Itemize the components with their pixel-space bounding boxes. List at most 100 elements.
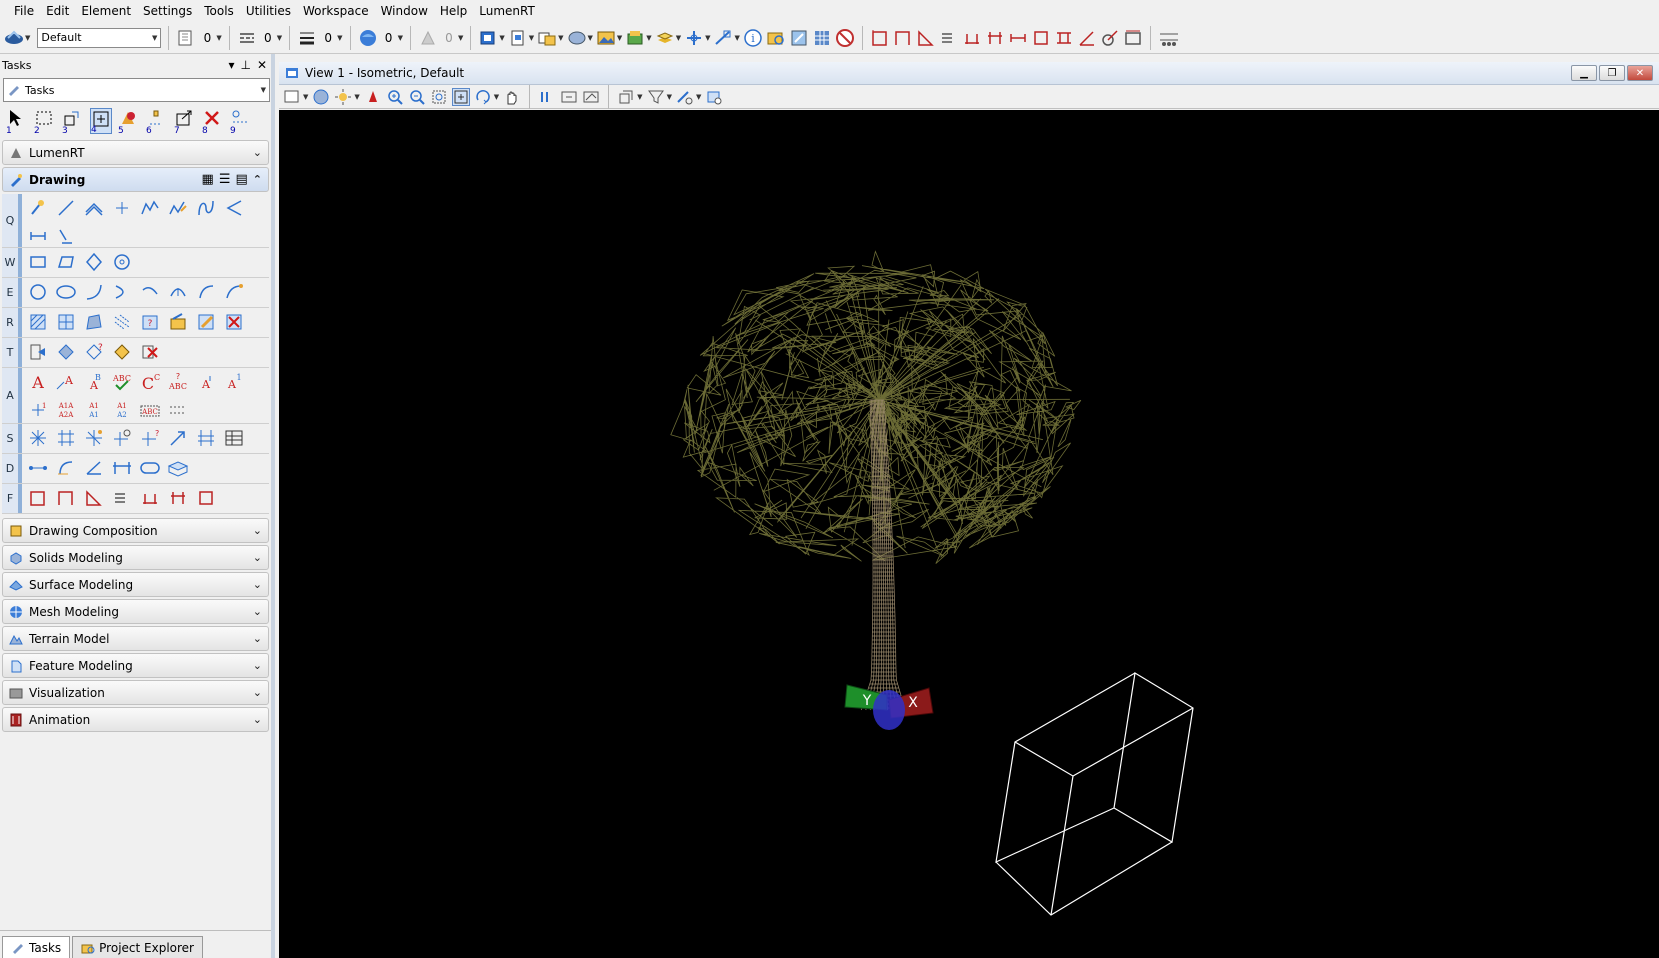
accudraw-icon[interactable] xyxy=(713,28,733,48)
chevron-down-icon[interactable]: ▾ xyxy=(228,58,234,72)
update-view-icon[interactable] xyxy=(364,88,382,106)
delete-cell-icon[interactable] xyxy=(138,340,162,364)
rotate-view-icon[interactable] xyxy=(474,88,492,106)
fill-enter-data-field-icon[interactable]: A1 A2 xyxy=(110,398,134,422)
dimension-size-icon[interactable] xyxy=(110,456,134,480)
place-orthogonal-shape-icon[interactable] xyxy=(82,250,106,274)
section-drawing-composition[interactable]: Drawing Composition ⌄ xyxy=(2,518,269,543)
chevron-down-icon[interactable]: ▼ xyxy=(588,34,593,42)
tag-set-icon[interactable] xyxy=(194,426,218,450)
construct-bisector-icon[interactable] xyxy=(26,224,50,248)
section-surface-modeling[interactable]: Surface Modeling ⌄ xyxy=(2,572,269,597)
tab-project-explorer[interactable]: Project Explorer xyxy=(72,936,203,958)
view-filter-icon[interactable] xyxy=(647,88,665,106)
place-shape-icon[interactable] xyxy=(54,250,78,274)
chevron-down-icon[interactable]: ▼ xyxy=(558,34,563,42)
match-text-icon[interactable]: CC xyxy=(138,370,162,394)
place-arc-icon[interactable] xyxy=(82,280,106,304)
list-view-icon[interactable]: ☰ xyxy=(219,172,231,187)
chevron-down-icon[interactable]: ▼ xyxy=(637,93,642,101)
dimension-arc-icon[interactable] xyxy=(54,456,78,480)
fence-place-icon[interactable] xyxy=(26,486,50,510)
explorer-icon[interactable] xyxy=(766,28,786,48)
chevron-down-icon[interactable]: ▼ xyxy=(216,34,221,42)
chevron-down-icon[interactable]: ▼ xyxy=(646,34,651,42)
move-tool[interactable]: 3 xyxy=(62,108,84,136)
line-style-icon[interactable] xyxy=(237,28,257,48)
dimension-icon[interactable] xyxy=(962,28,982,48)
transparency-icon[interactable] xyxy=(358,28,378,48)
menu-tools[interactable]: Tools xyxy=(198,0,240,22)
chevron-down-icon[interactable]: ▼ xyxy=(529,34,534,42)
chevron-down-icon[interactable]: ▼ xyxy=(499,34,504,42)
attach-tags-icon[interactable] xyxy=(54,426,78,450)
data-icon[interactable] xyxy=(1158,28,1178,48)
box-dimension-icon[interactable] xyxy=(1031,28,1051,48)
fence-box-icon[interactable] xyxy=(194,486,218,510)
place-cell-icon[interactable] xyxy=(26,340,50,364)
camera-icon[interactable] xyxy=(676,88,694,106)
dimension-line-icon[interactable] xyxy=(1008,28,1028,48)
window-area-icon[interactable] xyxy=(430,88,448,106)
snap-icon[interactable] xyxy=(684,28,704,48)
spell-checker-icon[interactable]: ABC xyxy=(110,370,134,394)
corner-icon[interactable] xyxy=(893,28,913,48)
dimension-radial-icon[interactable] xyxy=(138,456,162,480)
axis-triad[interactable]: Y X xyxy=(844,684,934,730)
place-smartline-icon[interactable] xyxy=(26,196,50,220)
pan-view-icon[interactable] xyxy=(503,88,521,106)
identify-cell-icon[interactable]: ? xyxy=(82,340,106,364)
scale-tool[interactable]: 7 xyxy=(174,108,196,136)
place-regular-polygon-icon[interactable] xyxy=(110,250,134,274)
linear-pattern-icon[interactable] xyxy=(110,310,134,334)
info-icon[interactable]: i xyxy=(743,28,763,48)
zoom-out-icon[interactable] xyxy=(408,88,426,106)
rotate-tool[interactable]: 6 xyxy=(146,108,168,136)
color-icon[interactable] xyxy=(176,28,196,48)
section-animation[interactable]: Animation ⌄ xyxy=(2,707,269,732)
increment-enter-data-field-icon[interactable]: A1 A1 xyxy=(82,398,106,422)
place-line-icon[interactable] xyxy=(54,196,78,220)
chevron-down-icon[interactable]: ▼ xyxy=(303,93,308,101)
display-style-icon[interactable] xyxy=(312,88,330,106)
element-selection-icon[interactable] xyxy=(4,28,24,48)
copy-enter-data-field-icon[interactable]: A1A A2A xyxy=(54,398,78,422)
crosshatch-area-icon[interactable] xyxy=(54,310,78,334)
tasks-combo[interactable]: Tasks ▼ xyxy=(3,78,270,102)
fence-icon[interactable] xyxy=(870,28,890,48)
close-button[interactable]: ✕ xyxy=(1627,65,1653,81)
zoom-in-icon[interactable] xyxy=(386,88,404,106)
place-freehand-icon[interactable] xyxy=(166,196,190,220)
edit-text-icon[interactable]: AB xyxy=(82,370,106,394)
delete-icon[interactable] xyxy=(835,28,855,48)
chevron-down-icon[interactable]: ▼ xyxy=(398,34,403,42)
select-tag-icon[interactable] xyxy=(26,426,50,450)
raster-icon[interactable] xyxy=(567,28,587,48)
icon-view-icon[interactable]: ▦ xyxy=(202,172,214,187)
minimize-button[interactable]: ▁ xyxy=(1571,65,1597,81)
ordinate-dimension-icon[interactable] xyxy=(1054,28,1074,48)
chevron-down-icon[interactable]: ▼ xyxy=(667,93,672,101)
modify-arc-radius-icon[interactable] xyxy=(166,280,190,304)
chevron-down-icon[interactable]: ▼ xyxy=(277,34,282,42)
radial-dimension-icon[interactable] xyxy=(1100,28,1120,48)
replace-cell-icon[interactable] xyxy=(110,340,134,364)
place-table-icon[interactable] xyxy=(222,426,246,450)
show-pattern-icon[interactable]: ? xyxy=(138,310,162,334)
modify-arc-angle-icon[interactable] xyxy=(194,280,218,304)
section-feature-modeling[interactable]: Feature Modeling ⌄ xyxy=(2,653,269,678)
element-selection-tool[interactable]: 1 xyxy=(6,108,28,136)
display-text-attributes-icon[interactable]: ? ABC xyxy=(166,370,190,394)
place-half-ellipse-icon[interactable] xyxy=(110,280,134,304)
delete-tool[interactable]: 8 xyxy=(202,108,224,136)
edit-pattern-icon[interactable] xyxy=(194,310,218,334)
view-cube-icon[interactable] xyxy=(478,28,498,48)
section-drawing[interactable]: Drawing ▦ ☰ ▤ ⌃ xyxy=(2,167,269,192)
section-mesh-modeling[interactable]: Mesh Modeling ⌄ xyxy=(2,599,269,624)
construct-angle-icon[interactable] xyxy=(222,196,246,220)
view-title-bar[interactable]: View 1 - Isometric, Default ▁ ❐ ✕ xyxy=(279,62,1659,85)
pin-icon[interactable]: ⊥ xyxy=(240,58,250,72)
lighting-icon[interactable] xyxy=(334,88,352,106)
chevron-down-icon[interactable]: ▼ xyxy=(458,34,463,42)
chevron-down-icon[interactable]: ▼ xyxy=(494,93,499,101)
